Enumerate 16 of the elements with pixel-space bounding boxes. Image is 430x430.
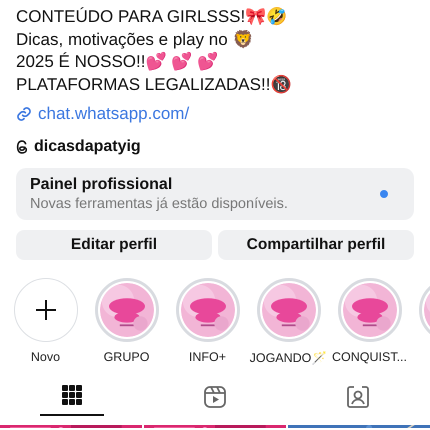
highlight-label: Novo — [30, 350, 60, 364]
professional-dashboard-card[interactable]: Painel profissional Novas ferramentas já estão disponíveis. — [16, 168, 414, 220]
edit-profile-button[interactable]: Editar perfil — [16, 230, 212, 260]
threads-handle[interactable]: dicasdapatyig — [34, 138, 141, 156]
bio-line: PLATAFORMAS LEGALIZADAS!!🔞 — [16, 74, 292, 96]
dashboard-subtitle: Novas ferramentas já estão disponíveis. — [30, 196, 288, 212]
bio-link[interactable]: chat.whatsapp.com/ — [38, 104, 190, 124]
dashboard-title: Painel profissional — [30, 176, 174, 194]
bio-line: CONTEÚDO PARA GIRLSSS!🎀🤣 — [16, 6, 288, 28]
bio-line: 2025 É NOSSO!!💕 💕 💕 — [16, 51, 219, 73]
highlight-label: GRUPO — [104, 350, 150, 364]
highlight-label: INFO+ — [188, 350, 226, 364]
highlight-label: CONQUIST... — [332, 350, 408, 364]
highlight-label: JOGANDO🪄 — [250, 350, 328, 365]
share-profile-button[interactable]: Compartilhar perfil — [218, 230, 414, 260]
bio-line: Dicas, motivações e play no 🦁 — [16, 28, 254, 51]
